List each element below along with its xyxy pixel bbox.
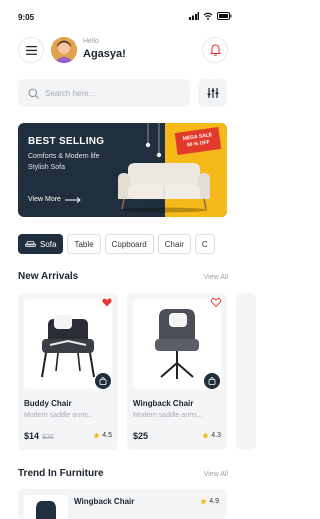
category-chip-table[interactable]: Table	[67, 234, 101, 254]
trend-item-image	[24, 495, 68, 519]
product-card[interactable]: Wingback Chair Modern saddle arms... $25…	[127, 293, 227, 450]
product-card-partial[interactable]	[236, 293, 256, 450]
notifications-button[interactable]	[202, 37, 228, 63]
heart-filled-icon[interactable]	[102, 298, 112, 307]
arrow-right-icon	[64, 196, 81, 203]
product-description: Modern saddle arms...	[24, 412, 94, 419]
product-rating-value: 4.5	[102, 432, 112, 439]
sofa-icon	[25, 240, 36, 247]
category-chip-label: Table	[74, 239, 94, 249]
trend-item-rating-value: 4.9	[209, 498, 219, 505]
search-bar[interactable]	[18, 79, 190, 107]
star-icon	[200, 498, 208, 505]
banner-subtitle: Comforts & Modern life	[28, 153, 100, 160]
product-card[interactable]: Buddy Chair Modern saddle arms... $14 $20…	[18, 293, 118, 450]
bell-icon	[209, 44, 221, 56]
product-description: Modern saddle arms...	[133, 412, 203, 419]
menu-button[interactable]	[18, 37, 44, 63]
heart-outline-icon[interactable]	[211, 298, 221, 307]
category-chip-label: Cupboard	[111, 239, 147, 249]
product-current-price: $25	[133, 431, 149, 441]
new-arrivals-title: New Arrivals	[18, 271, 79, 282]
shopping-bag-icon	[99, 377, 107, 385]
category-chip-cupboard[interactable]: Cupboard	[104, 234, 154, 254]
category-chip-chair[interactable]: Chair	[157, 234, 191, 254]
sofa-image	[118, 163, 210, 213]
category-chip-sofa[interactable]: Sofa	[18, 234, 64, 254]
category-chip-label: Sofa	[40, 239, 57, 249]
sliders-icon	[207, 88, 218, 98]
star-icon	[93, 432, 101, 439]
wingback-chair-thumb	[36, 501, 56, 519]
trend-item-rating: 4.9	[200, 498, 219, 505]
trend-title: Trend In Furniture	[18, 468, 104, 479]
product-rating: 4.5	[93, 432, 112, 439]
avatar[interactable]	[51, 37, 77, 63]
product-current-price: $14	[24, 431, 40, 441]
category-chip-label: C	[201, 239, 208, 249]
product-rating-value: 4.3	[211, 432, 221, 439]
category-chip-label: Chair	[164, 239, 184, 249]
user-avatar-icon	[51, 37, 77, 63]
search-icon	[28, 87, 39, 99]
trend-item-name: Wingback Chair	[74, 497, 135, 506]
star-icon	[202, 432, 210, 439]
product-price: $14 $20	[24, 431, 54, 441]
greeting-text: Hello	[83, 38, 99, 45]
wifi-icon	[203, 12, 213, 20]
product-price: $25	[133, 431, 148, 441]
add-to-cart-button[interactable]	[95, 373, 111, 389]
category-chips: Sofa Table Cupboard Chair C	[18, 234, 246, 254]
hamburger-icon	[25, 45, 37, 55]
category-chip-more[interactable]: C	[194, 234, 215, 254]
view-more-label: View More	[28, 196, 61, 203]
product-rating: 4.3	[202, 432, 221, 439]
banner-title: BEST SELLING	[28, 136, 105, 147]
promo-banner[interactable]: BEST SELLING Comforts & Modern life Styl…	[18, 123, 227, 217]
user-name: Agasya!	[83, 48, 126, 60]
trend-item[interactable]: Wingback Chair 4.9	[18, 489, 227, 519]
pendant-lamps-icon	[145, 123, 162, 158]
view-more-link[interactable]: View More	[28, 196, 81, 203]
filter-button[interactable]	[198, 79, 227, 107]
trend-view-all[interactable]: View All	[204, 471, 228, 478]
new-arrivals-view-all[interactable]: View All	[204, 274, 228, 281]
shopping-bag-icon	[208, 377, 216, 385]
product-name: Buddy Chair	[24, 399, 72, 408]
status-icons	[189, 12, 232, 20]
battery-icon	[217, 12, 232, 20]
add-to-cart-button[interactable]	[204, 373, 220, 389]
product-name: Wingback Chair	[133, 399, 194, 408]
status-time: 9:05	[18, 13, 35, 22]
search-input[interactable]	[45, 88, 175, 98]
signal-icon	[189, 12, 199, 20]
status-bar: 9:05	[0, 0, 246, 28]
product-old-price: $20	[42, 434, 54, 441]
banner-subtitle-2: Stylish Sofa	[28, 164, 65, 171]
